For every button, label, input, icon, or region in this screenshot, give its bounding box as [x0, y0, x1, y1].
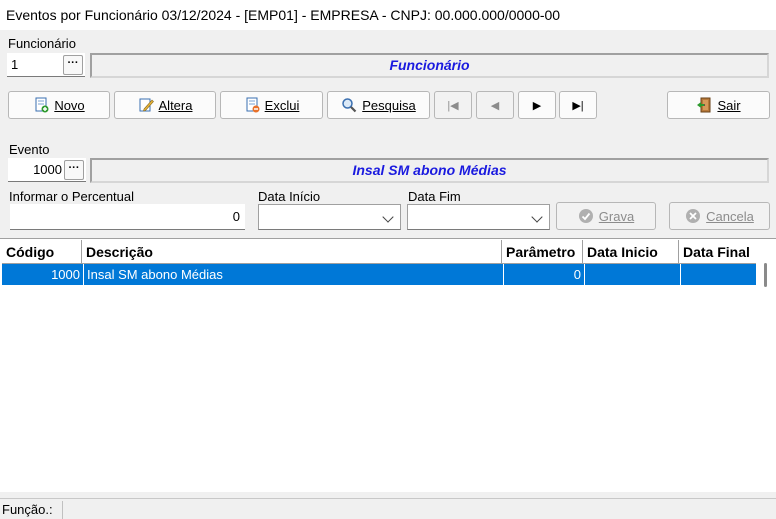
- altera-button[interactable]: Altera: [114, 91, 216, 119]
- first-record-icon: |◀: [447, 99, 459, 112]
- column-header-data-final[interactable]: Data Final: [679, 240, 756, 264]
- cell-data-final: [681, 264, 756, 285]
- evento-label: Evento: [9, 142, 50, 157]
- chevron-down-icon: [382, 211, 394, 223]
- events-grid[interactable]: Código Descrição Parâmetro Data Inicio D…: [0, 238, 776, 492]
- chevron-down-icon: [531, 211, 543, 223]
- novo-button[interactable]: Novo: [8, 91, 110, 119]
- delete-document-icon: [246, 97, 260, 113]
- funcao-label: Função.:: [2, 502, 53, 517]
- exclui-button[interactable]: Exclui: [220, 91, 323, 119]
- data-inicio-select[interactable]: [258, 204, 401, 230]
- cell-descricao: Insal SM abono Médias: [84, 264, 504, 285]
- last-record-button[interactable]: ▶|: [559, 91, 597, 119]
- percentual-value: 0: [232, 209, 240, 224]
- altera-label: Altera: [158, 97, 193, 113]
- prev-record-icon: ◀: [490, 99, 500, 112]
- first-record-button[interactable]: |◀: [434, 91, 472, 119]
- cancela-label: Cancela: [706, 208, 754, 224]
- cell-codigo: 1000: [2, 264, 84, 285]
- search-icon: [342, 98, 357, 113]
- next-record-button[interactable]: ▶: [518, 91, 556, 119]
- data-inicio-label: Data Início: [258, 189, 321, 204]
- sair-label: Sair: [717, 97, 741, 113]
- percentual-label: Informar o Percentual: [9, 189, 135, 204]
- last-record-icon: ▶|: [572, 99, 584, 112]
- evento-code-value: 1000: [33, 162, 62, 177]
- column-header-descricao[interactable]: Descrição: [82, 240, 502, 264]
- grava-button[interactable]: Grava: [556, 202, 656, 230]
- evento-banner: Insal SM abono Médias: [90, 158, 769, 183]
- prev-record-button[interactable]: ◀: [476, 91, 514, 119]
- data-fim-select[interactable]: [407, 204, 550, 230]
- cancela-button[interactable]: Cancela: [669, 202, 770, 230]
- status-bar: Função.:: [0, 498, 776, 519]
- cancel-circle-icon: [686, 209, 701, 223]
- funcionario-lookup-button[interactable]: ···: [63, 55, 83, 75]
- grava-label: Grava: [598, 208, 635, 224]
- window-title: Eventos por Funcionário 03/12/2024 - [EM…: [0, 0, 776, 30]
- column-header-codigo[interactable]: Código: [2, 240, 82, 264]
- funcionario-label: Funcionário: [8, 36, 76, 51]
- sair-button[interactable]: Sair: [667, 91, 770, 119]
- exit-door-icon: [697, 97, 711, 113]
- percentual-input[interactable]: 0: [10, 204, 245, 230]
- status-separator: [62, 501, 63, 519]
- funcionario-banner: Funcionário: [90, 53, 769, 78]
- edit-document-icon: [139, 98, 154, 112]
- novo-label: Novo: [54, 97, 85, 113]
- column-header-data-inicio[interactable]: Data Inicio: [583, 240, 679, 264]
- data-fim-label: Data Fim: [408, 189, 461, 204]
- cell-data-inicio: [585, 264, 681, 285]
- cell-parametro: 0: [504, 264, 585, 285]
- column-header-parametro[interactable]: Parâmetro: [502, 240, 583, 264]
- grid-scrollbar[interactable]: [764, 263, 767, 287]
- table-row[interactable]: 1000 Insal SM abono Médias 0: [2, 264, 756, 285]
- evento-lookup-button[interactable]: ···: [64, 160, 84, 180]
- funcionario-code-value: 1: [11, 57, 19, 72]
- check-circle-icon: [578, 209, 593, 223]
- pesquisa-button[interactable]: Pesquisa: [327, 91, 430, 119]
- exclui-label: Exclui: [264, 97, 300, 113]
- new-document-icon: [35, 97, 49, 113]
- pesquisa-label: Pesquisa: [362, 97, 416, 113]
- next-record-icon: ▶: [532, 99, 542, 112]
